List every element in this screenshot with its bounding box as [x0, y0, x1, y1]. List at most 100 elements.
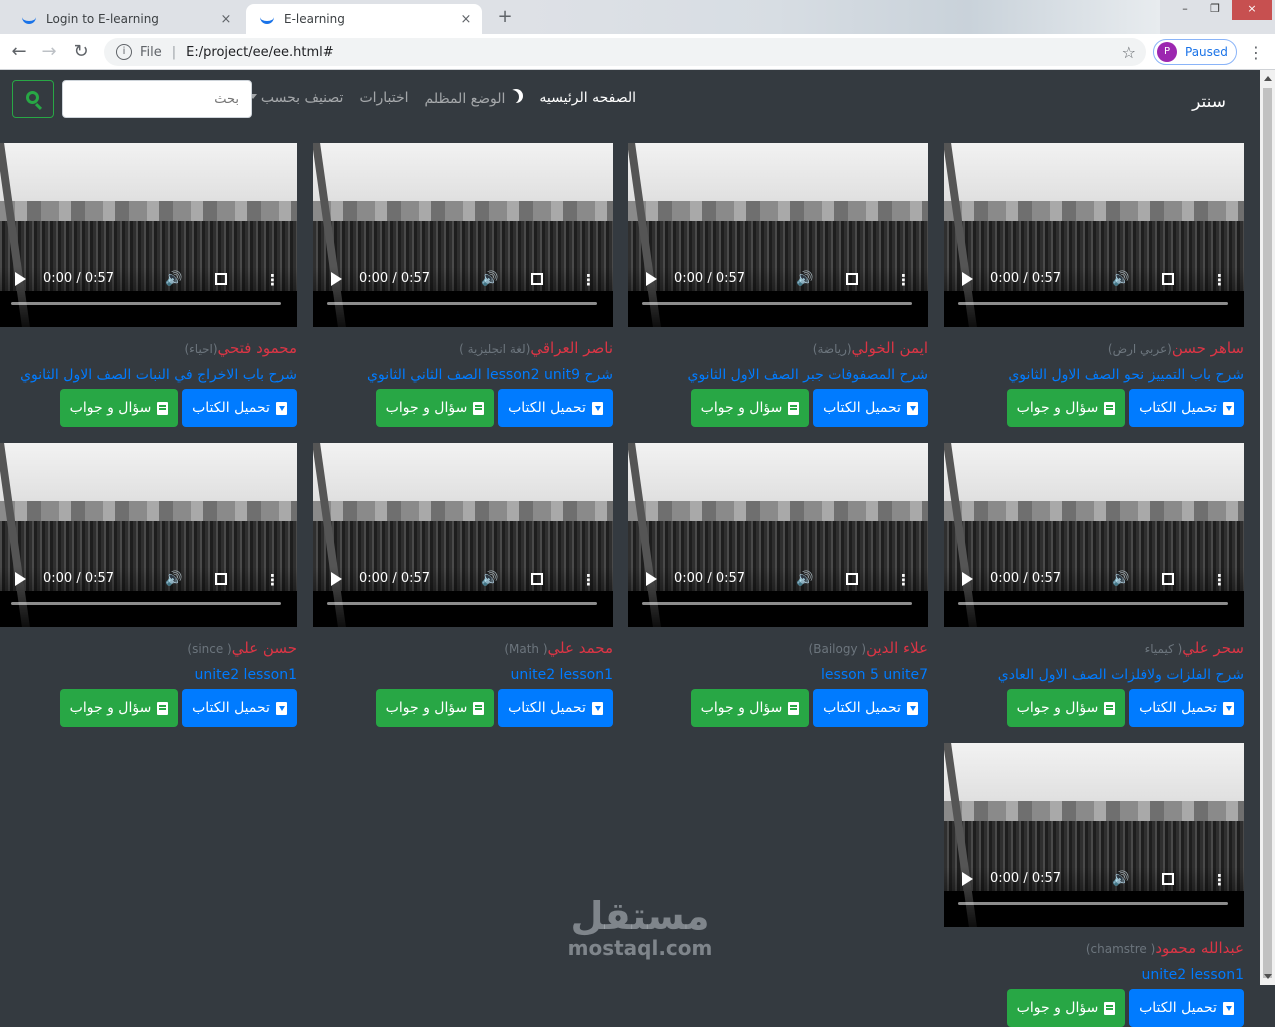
video-player[interactable]: 0:00 / 0:57 🔊 ⋮	[944, 443, 1244, 627]
forward-button[interactable]: →	[38, 42, 60, 62]
download-book-button[interactable]: تحميل الكتاب	[1129, 689, 1244, 727]
fullscreen-icon[interactable]	[531, 273, 543, 285]
seek-bar[interactable]	[642, 302, 912, 305]
lesson-title[interactable]: unite2 lesson1	[944, 967, 1244, 983]
play-icon[interactable]	[962, 572, 973, 586]
scrollbar-thumb[interactable]	[1263, 88, 1272, 978]
close-tab-icon[interactable]: ×	[454, 12, 478, 27]
lesson-title[interactable]: شرح باب التمييز نحو الصف الاول الثانوي	[944, 367, 1244, 383]
play-icon[interactable]	[962, 272, 973, 286]
seek-bar[interactable]	[958, 902, 1228, 905]
tab-elearning[interactable]: E-learning ×	[246, 4, 482, 34]
play-icon[interactable]	[962, 872, 973, 886]
seek-bar[interactable]	[642, 602, 912, 605]
search-button[interactable]	[12, 80, 54, 118]
qa-button[interactable]: سؤال و جواب	[1007, 989, 1125, 1027]
close-window-button[interactable]: ×	[1232, 0, 1272, 20]
lesson-title[interactable]: شرح باب الاخراج في النبات الصف الاول الث…	[0, 367, 297, 383]
download-book-button[interactable]: تحميل الكتاب	[182, 389, 297, 427]
play-icon[interactable]	[15, 572, 26, 586]
volume-icon[interactable]: 🔊	[165, 271, 182, 287]
play-icon[interactable]	[646, 272, 657, 286]
search-input[interactable]	[62, 80, 252, 118]
video-player[interactable]: 0:00 / 0:57 🔊 ⋮	[313, 443, 613, 627]
qa-button[interactable]: سؤال و جواب	[376, 389, 494, 427]
volume-icon[interactable]: 🔊	[481, 571, 498, 587]
lesson-title[interactable]: unite2 lesson1	[313, 667, 613, 683]
seek-bar[interactable]	[11, 302, 281, 305]
nav-home[interactable]: الصفحه الرئيسيه	[539, 90, 636, 107]
qa-button[interactable]: سؤال و جواب	[691, 389, 809, 427]
lesson-title[interactable]: unite2 lesson1	[0, 667, 297, 683]
nav-tests[interactable]: اختبارات	[359, 90, 408, 107]
tab-login[interactable]: Login to E-learning ×	[8, 4, 242, 34]
more-options-icon[interactable]: ⋮	[581, 571, 596, 589]
download-book-button[interactable]: تحميل الكتاب	[1129, 389, 1244, 427]
play-icon[interactable]	[15, 272, 26, 286]
qa-button[interactable]: سؤال و جواب	[1007, 389, 1125, 427]
video-player[interactable]: 0:00 / 0:57 🔊 ⋮	[313, 143, 613, 327]
download-book-button[interactable]: تحميل الكتاب	[813, 689, 928, 727]
download-book-button[interactable]: تحميل الكتاب	[498, 689, 613, 727]
seek-bar[interactable]	[327, 302, 597, 305]
address-bar[interactable]: i File | E:/project/ee/ee.html# ☆	[104, 38, 1146, 66]
page-scrollbar[interactable]	[1260, 70, 1275, 985]
volume-icon[interactable]: 🔊	[165, 571, 182, 587]
lesson-title[interactable]: شرح lesson2 unit9 الصف الثاني الثانوي	[313, 367, 613, 383]
reload-button[interactable]: ↻	[70, 42, 92, 62]
new-tab-button[interactable]: +	[492, 6, 518, 28]
download-book-button[interactable]: تحميل الكتاب	[1129, 989, 1244, 1027]
url-text[interactable]: E:/project/ee/ee.html#	[186, 45, 333, 60]
qa-button[interactable]: سؤال و جواب	[376, 689, 494, 727]
browser-menu-icon[interactable]: ⋮	[1248, 43, 1264, 62]
video-player[interactable]: 0:00 / 0:57 🔊 ⋮	[944, 743, 1244, 927]
video-player[interactable]: 0:00 / 0:57 🔊 ⋮	[0, 143, 297, 327]
fullscreen-icon[interactable]	[1162, 273, 1174, 285]
scroll-up-icon[interactable]	[1264, 76, 1272, 81]
fullscreen-icon[interactable]	[215, 273, 227, 285]
qa-button[interactable]: سؤال و جواب	[691, 689, 809, 727]
nav-dark-mode[interactable]: الوضع المظلم	[425, 90, 524, 107]
qa-button[interactable]: سؤال و جواب	[1007, 689, 1125, 727]
more-options-icon[interactable]: ⋮	[1212, 271, 1227, 289]
volume-icon[interactable]: 🔊	[796, 571, 813, 587]
more-options-icon[interactable]: ⋮	[1212, 571, 1227, 589]
info-icon[interactable]: i	[116, 44, 132, 60]
play-icon[interactable]	[646, 572, 657, 586]
seek-bar[interactable]	[11, 602, 281, 605]
download-book-button[interactable]: تحميل الكتاب	[182, 689, 297, 727]
close-tab-icon[interactable]: ×	[214, 12, 238, 27]
video-player[interactable]: 0:00 / 0:57 🔊 ⋮	[628, 443, 928, 627]
fullscreen-icon[interactable]	[1162, 573, 1174, 585]
more-options-icon[interactable]: ⋮	[896, 271, 911, 289]
fullscreen-icon[interactable]	[215, 573, 227, 585]
maximize-window-button[interactable]: ❐	[1200, 0, 1230, 20]
play-icon[interactable]	[331, 572, 342, 586]
fullscreen-icon[interactable]	[1162, 873, 1174, 885]
lesson-title[interactable]: شرح الفلزات ولافلزات الصف الاول العادي	[944, 667, 1244, 683]
volume-icon[interactable]: 🔊	[1112, 871, 1129, 887]
volume-icon[interactable]: 🔊	[796, 271, 813, 287]
lesson-title[interactable]: شرح المصفوفات جبر الصف الاول الثانوي	[628, 367, 928, 383]
more-options-icon[interactable]: ⋮	[581, 271, 596, 289]
more-options-icon[interactable]: ⋮	[1212, 871, 1227, 889]
minimize-window-button[interactable]: –	[1170, 0, 1200, 20]
more-options-icon[interactable]: ⋮	[896, 571, 911, 589]
fullscreen-icon[interactable]	[846, 573, 858, 585]
lesson-title[interactable]: lesson 5 unite7	[628, 667, 928, 683]
back-button[interactable]: ←	[8, 42, 30, 62]
more-options-icon[interactable]: ⋮	[265, 271, 280, 289]
brand[interactable]: سنتر	[1192, 92, 1226, 112]
video-player[interactable]: 0:00 / 0:57 🔊 ⋮	[944, 143, 1244, 327]
video-player[interactable]: 0:00 / 0:57 🔊 ⋮	[628, 143, 928, 327]
volume-icon[interactable]: 🔊	[1112, 571, 1129, 587]
profile-button[interactable]: P Paused	[1153, 39, 1237, 65]
fullscreen-icon[interactable]	[531, 573, 543, 585]
scroll-down-icon[interactable]	[1264, 974, 1272, 979]
volume-icon[interactable]: 🔊	[1112, 271, 1129, 287]
more-options-icon[interactable]: ⋮	[265, 571, 280, 589]
qa-button[interactable]: سؤال و جواب	[60, 389, 178, 427]
download-book-button[interactable]: تحميل الكتاب	[498, 389, 613, 427]
qa-button[interactable]: سؤال و جواب	[60, 689, 178, 727]
seek-bar[interactable]	[958, 302, 1228, 305]
